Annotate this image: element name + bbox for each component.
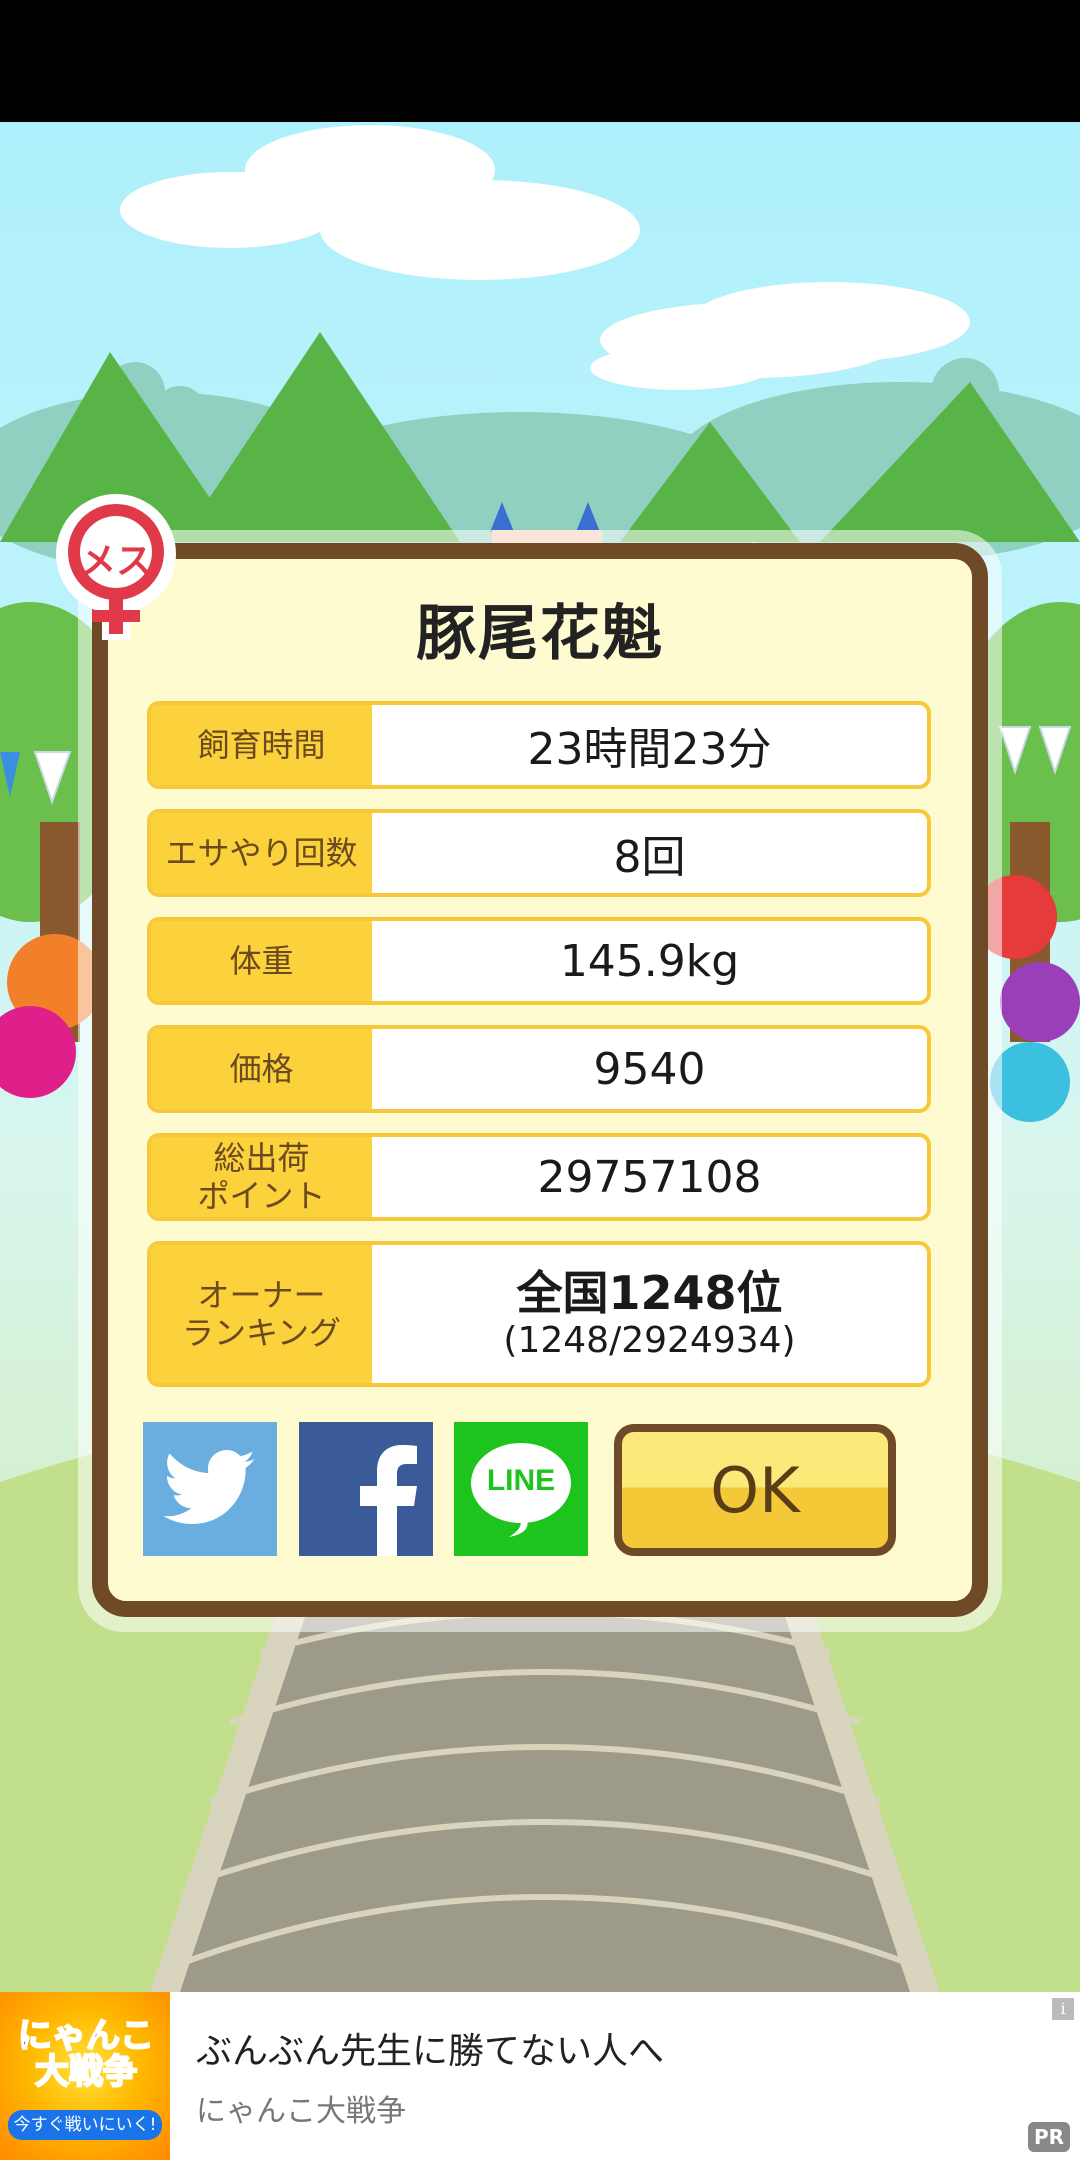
line-label: LINE bbox=[486, 1464, 556, 1497]
stat-label: 飼育時間 bbox=[151, 705, 372, 785]
stat-value: 145.9kg bbox=[559, 935, 740, 987]
stat-row-price: 価格 9540 bbox=[147, 1025, 931, 1113]
stat-row-weight: 体重 145.9kg bbox=[147, 917, 931, 1005]
ad-thumb-title: にゃんこ大戦争 bbox=[17, 2016, 155, 2092]
facebook-share-button[interactable] bbox=[299, 1422, 433, 1556]
stat-value: 8回 bbox=[613, 832, 686, 883]
ad-info-icon[interactable]: i bbox=[1052, 1998, 1074, 2020]
line-share-button[interactable]: LINE bbox=[454, 1422, 588, 1556]
ad-pr-badge: PR bbox=[1027, 2122, 1070, 2152]
ad-subtitle: にゃんこ大戦争 bbox=[196, 2094, 406, 2129]
ad-thumb-button: 今すぐ戦いにいく! bbox=[8, 2110, 162, 2140]
stat-label: オーナー ランキング bbox=[151, 1245, 372, 1383]
stat-value: 9540 bbox=[593, 1043, 706, 1095]
stat-value: 全国1248位 (1248/2924934) bbox=[372, 1245, 927, 1383]
ranking-detail: (1248/2924934) bbox=[503, 1320, 796, 1361]
pig-name-title: 豚尾花魁 bbox=[416, 599, 664, 669]
ad-banner[interactable]: にゃんこ大戦争 今すぐ戦いにいく! ぶんぶん先生に勝てない人へ にゃんこ大戦争 … bbox=[0, 1992, 1080, 2160]
facebook-f-icon bbox=[360, 1445, 417, 1556]
stat-label: エサやり回数 bbox=[151, 813, 372, 893]
stat-value: 29757108 bbox=[537, 1151, 762, 1203]
stat-label: 価格 bbox=[151, 1029, 372, 1109]
ranking-value: 全国1248位 bbox=[516, 1266, 783, 1320]
gender-label: メス bbox=[79, 541, 152, 582]
twitter-share-button[interactable] bbox=[143, 1422, 277, 1556]
ok-button[interactable]: OK bbox=[614, 1424, 896, 1556]
stat-row-shipping-points: 総出荷 ポイント 29757108 bbox=[147, 1133, 931, 1221]
clouds bbox=[120, 125, 970, 390]
stat-row-breeding-time: 飼育時間 23時間23分 bbox=[147, 701, 931, 789]
stat-label: 総出荷 ポイント bbox=[151, 1137, 372, 1217]
ad-thumbnail[interactable]: にゃんこ大戦争 今すぐ戦いにいく! bbox=[0, 1992, 170, 2160]
ad-title[interactable]: ぶんぶん先生に勝てない人へ bbox=[196, 2022, 664, 2074]
status-bar bbox=[0, 0, 1080, 122]
stat-row-feed-count: エサやり回数 8回 bbox=[147, 809, 931, 897]
stat-value: 23時間23分 bbox=[527, 724, 772, 775]
twitter-bird-icon bbox=[163, 1450, 255, 1524]
stat-row-owner-ranking: オーナー ランキング 全国1248位 (1248/2924934) bbox=[147, 1241, 931, 1387]
stat-label: 体重 bbox=[151, 921, 372, 1001]
